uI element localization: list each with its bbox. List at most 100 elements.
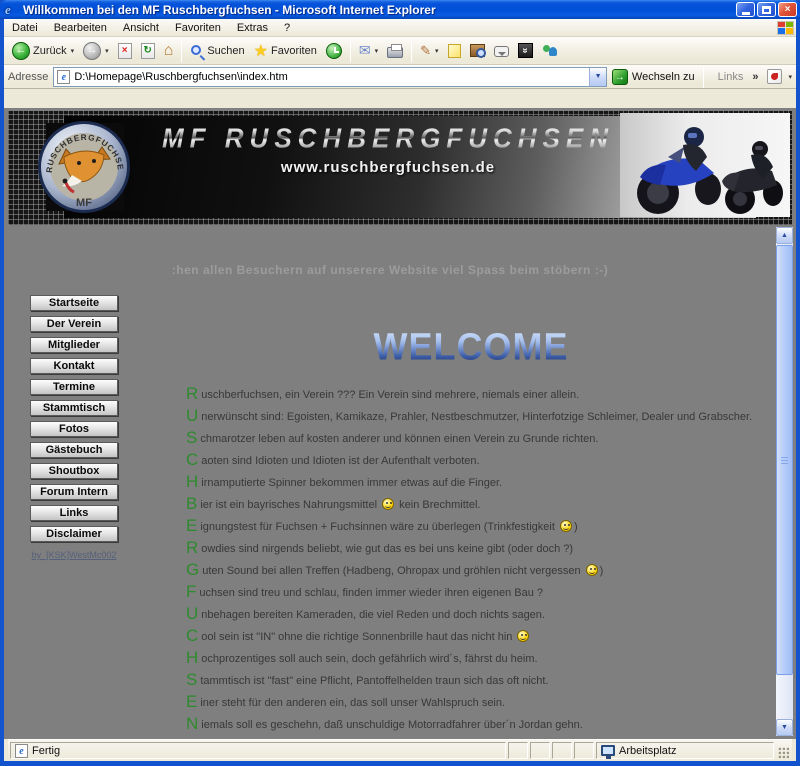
sidebar-button-g-stebuch[interactable]: Gästebuch [30, 442, 118, 458]
sidebar-button-shoutbox[interactable]: Shoutbox [30, 463, 118, 479]
history-button[interactable] [322, 39, 346, 63]
refresh-button[interactable]: ↻ [137, 39, 159, 63]
page-icon: e [57, 70, 70, 84]
forward-button[interactable]: → ▾ [79, 39, 113, 63]
toolbar-separator [411, 40, 412, 62]
scroll-up-button[interactable]: ▲ [776, 227, 793, 244]
addon-button[interactable]: » [514, 39, 537, 63]
address-dropdown-button[interactable]: ▼ [589, 68, 606, 86]
links-dropdown-caret[interactable]: ▾ [788, 73, 792, 81]
toolbar: ← Zurück ▾ → ▾ × ↻ ⌂ Suchen [4, 37, 796, 65]
messenger-button[interactable] [538, 39, 562, 63]
banner-url: www.ruschbergfuchsen.de [158, 159, 618, 176]
search-button[interactable]: Suchen [186, 39, 248, 63]
browser-window: e Willkommen bei den MF Ruschbergfuchsen… [0, 0, 800, 766]
address-bar: Adresse e ▼ → Wechseln zu Links » ▾ [4, 65, 796, 89]
status-zone-pane: Arbeitsplatz [596, 742, 774, 759]
line-initial: R [186, 384, 198, 403]
stop-button[interactable]: × [114, 39, 136, 63]
print-button[interactable] [383, 39, 407, 63]
welcome-marquee: :hen allen Besuchern auf unserere Websit… [4, 263, 776, 277]
mail-icon: ✉ [359, 43, 371, 58]
home-icon: ⌂ [164, 43, 174, 58]
stop-icon: × [118, 43, 132, 59]
fox-logo-icon: RUSCHBERGFUCHSEN MF [36, 119, 132, 215]
mail-button[interactable]: ✉ ▾ [355, 39, 382, 63]
menu-item-ansicht[interactable]: Ansicht [115, 20, 167, 36]
minimize-button[interactable] [736, 2, 755, 17]
close-button[interactable]: × [778, 2, 797, 17]
acrostic-line: Stammtisch ist "fast" eine Pflicht, Pant… [186, 670, 768, 692]
address-input[interactable] [74, 71, 589, 83]
resize-grip[interactable] [776, 742, 790, 759]
address-separator [703, 66, 704, 88]
acrobat-icon[interactable] [767, 69, 782, 84]
links-label[interactable]: Links [718, 71, 744, 83]
favorites-button[interactable]: ★ Favoriten [250, 39, 321, 63]
favorites-star-icon: ★ [254, 41, 268, 61]
acrostic-line: Hirnamputierte Spinner bekommen immer et… [186, 472, 768, 494]
status-pane [508, 742, 528, 759]
sidebar-button-kontakt[interactable]: Kontakt [30, 358, 118, 374]
site-banner: RUSCHBERGFUCHSEN MF MF RUSCHBERG [8, 111, 792, 225]
vertical-scrollbar[interactable]: ▲ ▼ [776, 227, 793, 736]
acrostic-line: Unbehagen bereiten Kameraden, die viel R… [186, 604, 768, 626]
search-label: Suchen [207, 45, 244, 57]
maximize-button[interactable] [757, 2, 776, 17]
edit-dropdown-caret[interactable]: ▾ [435, 47, 439, 55]
notes-button[interactable] [444, 39, 465, 63]
sidebar-button-stammtisch[interactable]: Stammtisch [30, 400, 118, 416]
forward-icon: → [83, 42, 101, 60]
sidebar-button-mitglieder[interactable]: Mitglieder [30, 337, 118, 353]
back-button[interactable]: ← Zurück ▾ [8, 39, 78, 63]
line-initial: B [186, 494, 197, 513]
back-dropdown-caret[interactable]: ▾ [71, 47, 75, 55]
mail-dropdown-caret[interactable]: ▾ [375, 47, 379, 55]
line-initial: R [186, 538, 198, 557]
acrostic-text: Ruschberfuchsen, ein Verein ??? Ein Vere… [186, 384, 768, 736]
window-title: Willkommen bei den MF Ruschbergfuchsen -… [23, 3, 736, 17]
sidebar-button-fotos[interactable]: Fotos [30, 421, 118, 437]
refresh-icon: ↻ [141, 43, 155, 59]
sidebar-button-links[interactable]: Links [30, 505, 118, 521]
smiley-icon [517, 630, 529, 642]
sidebar-button-disclaimer[interactable]: Disclaimer [30, 526, 118, 542]
line-initial: G [186, 560, 199, 579]
acrostic-line: Cool sein ist "IN" ohne die richtige Son… [186, 626, 768, 648]
credit-link[interactable]: by_[KSK]WestMc002 [30, 550, 118, 560]
line-initial: H [186, 472, 198, 491]
title-bar: e Willkommen bei den MF Ruschbergfuchsen… [0, 0, 800, 19]
toolbar-separator [181, 40, 182, 62]
acrostic-line: Ruschberfuchsen, ein Verein ??? Ein Vere… [186, 384, 768, 406]
acrostic-line: Einer steht für den anderen ein, das sol… [186, 692, 768, 714]
research-button[interactable] [466, 39, 489, 63]
address-label: Adresse [8, 71, 48, 83]
window-frame: DateiBearbeitenAnsichtFavoritenExtras? ←… [4, 19, 796, 761]
line-initial: C [186, 626, 198, 645]
scrollbar-thumb[interactable] [776, 245, 793, 675]
scroll-down-button[interactable]: ▼ [776, 719, 793, 736]
note-icon [448, 44, 461, 58]
svg-text:MF: MF [76, 197, 92, 209]
links-chevrons-icon[interactable]: » [752, 71, 758, 83]
status-page-icon: e [15, 744, 28, 758]
sidebar-button-der-verein[interactable]: Der Verein [30, 316, 118, 332]
forward-dropdown-caret[interactable]: ▾ [105, 47, 109, 55]
sidebar-button-forum-intern[interactable]: Forum Intern [30, 484, 118, 500]
discuss-button[interactable] [490, 39, 513, 63]
home-button[interactable]: ⌂ [160, 39, 178, 63]
menu-item-datei[interactable]: Datei [4, 20, 46, 36]
menu-item-bearbeiten[interactable]: Bearbeiten [46, 20, 115, 36]
sidebar-button-termine[interactable]: Termine [30, 379, 118, 395]
menu-item-favoriten[interactable]: Favoriten [167, 20, 229, 36]
edit-icon: ✎ [420, 43, 431, 58]
status-pane-main: e Fertig [10, 742, 506, 759]
menu-item-hilfe[interactable]: ? [276, 20, 298, 36]
edit-button[interactable]: ✎ ▾ [416, 39, 442, 63]
sidebar-button-startseite[interactable]: Startseite [30, 295, 118, 311]
line-initial: N [186, 714, 198, 733]
go-button[interactable]: → Wechseln zu [612, 69, 695, 85]
acrostic-line: Niemals soll es geschehn, daß unschuldig… [186, 714, 768, 736]
menu-item-extras[interactable]: Extras [229, 20, 276, 36]
motorcycles-image [620, 113, 790, 217]
